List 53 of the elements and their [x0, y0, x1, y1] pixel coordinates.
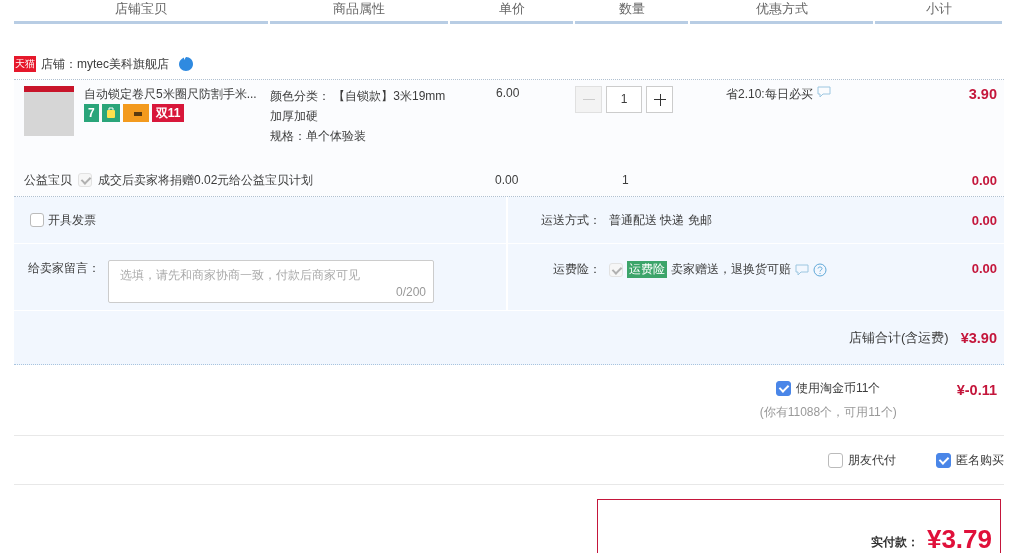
- comment-icon[interactable]: [795, 263, 809, 276]
- checkbox[interactable]: [828, 452, 843, 468]
- option-label[interactable]: 朋友代付: [848, 451, 896, 469]
- column-header: 优惠方式: [755, 1, 808, 16]
- shop-total: ¥3.90: [960, 329, 997, 346]
- help-icon[interactable]: [813, 262, 827, 277]
- product-title[interactable]: 自动锁定卷尺5米圈尺防割手米...: [84, 86, 257, 102]
- shop-name[interactable]: 店铺：mytec美科旗舰店: [41, 55, 169, 73]
- product-photo-placeholder[interactable]: [24, 86, 74, 136]
- insurance-tag: 运费险: [627, 261, 667, 278]
- coins-label[interactable]: 使用淘金币11个: [795, 380, 881, 397]
- increase-button[interactable]: [646, 86, 673, 113]
- checkbox[interactable]: [30, 213, 44, 227]
- quantity: 1: [622, 173, 629, 187]
- insurance-text: 卖家赠送，退换货可赔: [671, 261, 791, 278]
- subtotal: 0.00: [971, 172, 997, 188]
- promotion-text: 省2.10:每日必买: [726, 86, 813, 103]
- quantity-field[interactable]: 1: [606, 86, 642, 113]
- option-label[interactable]: 匿名购买: [956, 451, 1004, 469]
- payment-amount: ¥3.79: [926, 524, 992, 553]
- payment-label: 实付款：: [870, 534, 919, 551]
- shipping-method[interactable]: 普通配送 快递 免邮: [601, 211, 972, 229]
- subtotal: 3.90: [968, 86, 997, 102]
- product-attribute: 规格：单个体验装: [270, 128, 367, 145]
- promo-badge: 7: [84, 104, 99, 122]
- unit-price: 0.00: [495, 173, 519, 187]
- insurance-label: 运费险：: [552, 261, 601, 278]
- checkbox[interactable]: [936, 452, 951, 468]
- message-label: 给卖家留言：: [28, 260, 100, 277]
- tmall-badge: 天猫: [14, 56, 36, 72]
- shop-total-label: 店铺合计(含运费): [849, 328, 949, 347]
- product-attribute: 加厚加硬: [270, 108, 319, 125]
- charity-label: 公益宝贝: [24, 171, 72, 189]
- invoice-label[interactable]: 开具发票: [48, 211, 96, 229]
- shipping-fee: 0.00: [971, 212, 997, 228]
- checkbox[interactable]: [775, 381, 791, 396]
- placeholder: 选填，请先和商家协商一致，付款后商家可见: [120, 267, 360, 284]
- column-header: 数量: [618, 1, 645, 16]
- comment-icon[interactable]: [816, 86, 831, 98]
- shipping-label: 运送方式：: [540, 211, 601, 229]
- charity-text: 成交后卖家将捐赠0.02元给公益宝贝计划: [98, 171, 314, 189]
- chat-bubble-icon[interactable]: [178, 56, 194, 72]
- character-counter: 0/200: [395, 285, 426, 299]
- column-header: 单价: [498, 1, 525, 16]
- column-header: 店铺宝贝: [115, 1, 167, 16]
- insurance-fee: 0.00: [971, 261, 997, 276]
- promo-badge: 双11: [151, 104, 185, 122]
- column-header: 商品属性: [333, 1, 385, 16]
- coins-discount: ¥-0.11: [956, 381, 997, 400]
- column-header: 小计: [925, 1, 952, 16]
- product-attribute: 颜色分类： 【自锁款】3米19mm: [270, 88, 447, 105]
- unit-price: 6.00: [496, 86, 520, 100]
- coins-note: (你有11088个，可用11个): [759, 404, 897, 421]
